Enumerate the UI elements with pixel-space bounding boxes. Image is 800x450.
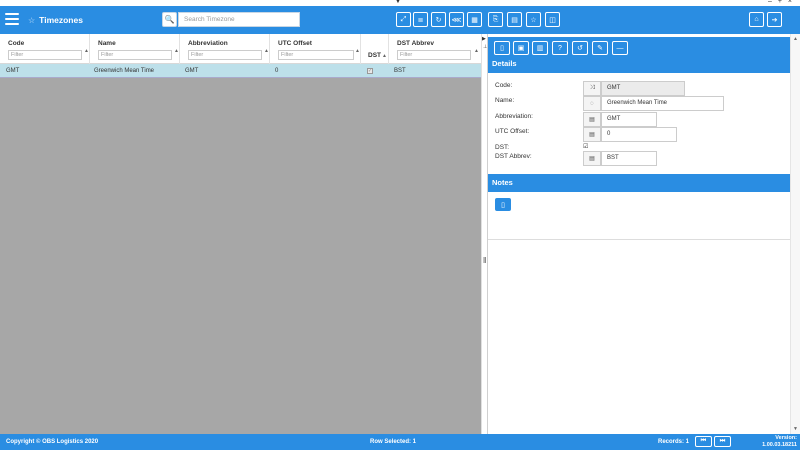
notes-area: ▯ — [488, 192, 790, 240]
export-icon[interactable]: ⎘ — [488, 12, 503, 27]
version-label: Version: — [775, 435, 797, 441]
column-name[interactable]: Name ▲ — [90, 34, 180, 64]
minimize-icon[interactable]: — — [612, 41, 628, 55]
abbreviation-field[interactable]: GMT — [601, 112, 657, 127]
columns-icon[interactable]: ◫ — [545, 12, 560, 27]
refresh-icon[interactable]: ↻ — [431, 12, 446, 27]
window-controls[interactable]: – + × — [768, 0, 794, 5]
collapse-panel-icon[interactable]: ▶ — [482, 36, 486, 42]
document-icon: ▤ — [583, 127, 601, 142]
dst-label: DST: — [495, 144, 510, 151]
cell-dst-checkbox: ✓ — [367, 68, 373, 74]
sort-icon[interactable]: ▲ — [264, 48, 269, 54]
abbreviation-filter-input[interactable] — [188, 50, 262, 60]
code-filter-input[interactable] — [8, 50, 82, 60]
document-icon: ▤ — [583, 112, 601, 127]
search-icon[interactable]: 🔍 — [162, 12, 177, 27]
document-icon: ▤ — [583, 151, 601, 166]
vertical-scrollbar[interactable]: ▲ ▼ — [790, 34, 800, 434]
cell-code: GMT — [6, 68, 20, 74]
table-row[interactable]: GMT Greenwich Mean Time GMT 0 ✓ BST — [0, 64, 481, 78]
column-name-label: Name — [98, 40, 116, 47]
sort-icon[interactable]: ▲ — [84, 48, 89, 54]
utc-offset-filter-input[interactable] — [278, 50, 354, 60]
new-record-icon[interactable]: ▯ — [494, 41, 510, 55]
menu-icon[interactable] — [5, 13, 19, 25]
name-label: Name: — [495, 97, 515, 104]
database-icon[interactable]: ≣ — [413, 12, 428, 27]
last-page-icon[interactable]: ⏭ — [714, 436, 731, 447]
code-field: GMT — [601, 81, 685, 96]
search-input[interactable] — [178, 12, 300, 27]
cell-abbreviation: GMT — [185, 68, 199, 74]
eraser-icon[interactable]: ✎ — [592, 41, 608, 55]
row-selected-text: Row Selected: 1 — [370, 439, 417, 445]
column-abbreviation-label: Abbreviation — [188, 40, 228, 47]
bookmark-star-icon[interactable]: ☆ — [526, 12, 541, 27]
column-utc-offset[interactable]: UTC Offset ▲ — [270, 34, 361, 64]
cell-utc-offset: 0 — [275, 68, 279, 74]
column-utc-offset-label: UTC Offset — [278, 40, 312, 47]
dst-abbrev-field[interactable]: BST — [601, 151, 657, 166]
dst-abbrev-label: DST Abbrev: — [495, 153, 532, 160]
sort-icon[interactable]: ▲ — [174, 48, 179, 54]
copyright-text: Copyright © OBS Logistics 2020 — [6, 439, 99, 445]
panel-splitter[interactable]: ▶ ⊥ ‖ — [481, 34, 488, 434]
expand-icon[interactable]: ⤢ — [396, 12, 411, 27]
code-label: Code: — [495, 82, 513, 89]
help-icon[interactable]: ? — [552, 41, 568, 55]
logout-icon[interactable]: ➔ — [767, 12, 782, 27]
app-footer: Copyright © OBS Logistics 2020 Row Selec… — [0, 434, 800, 450]
name-filter-input[interactable] — [98, 50, 172, 60]
collapse-header-icon[interactable]: ▼ — [395, 0, 401, 5]
cell-dst-abbrev: BST — [394, 68, 406, 74]
name-field[interactable]: Greenwich Mean Time — [601, 96, 724, 111]
detail-panel: ▯ ▣ ▥ ? ↺ ✎ — Details Code: ⤨ GMT Name: … — [488, 34, 790, 434]
dst-checkbox[interactable]: ☑ — [583, 143, 588, 150]
column-dst-abbrev-label: DST Abbrev — [397, 40, 434, 47]
splitter-grip-icon[interactable]: ‖ — [483, 256, 486, 265]
delete-icon[interactable]: ▥ — [532, 41, 548, 55]
share-icon[interactable]: ⋘ — [449, 12, 464, 27]
sort-icon[interactable]: ▲ — [355, 48, 360, 54]
save-icon[interactable]: ▣ — [513, 41, 529, 55]
dst-abbrev-filter-input[interactable] — [397, 50, 471, 60]
grid-header: Code ▲ Name ▲ Abbreviation ▲ UTC Offset … — [0, 34, 481, 64]
version-number: 1.00.03.18211 — [762, 442, 797, 448]
app-header: ☆ Timezones 🔍 ⤢ ≣ ↻ ⋘ ▦ ⎘ ▤ ☆ ◫ ⌂ ➔ — [0, 6, 800, 34]
add-note-button[interactable]: ▯ — [495, 198, 511, 211]
column-code-label: Code — [8, 40, 25, 47]
abbreviation-label: Abbreviation: — [495, 113, 533, 120]
utc-offset-field[interactable]: 0 — [601, 127, 677, 142]
scroll-down-icon[interactable]: ▼ — [793, 426, 798, 432]
details-section-header: Details — [488, 55, 790, 73]
records-count: Records: 1 — [658, 439, 690, 445]
sort-icon[interactable]: ▲ — [382, 53, 387, 59]
utc-offset-label: UTC Offset: — [495, 128, 530, 135]
notes-section-header: Notes — [488, 174, 790, 192]
pin-icon[interactable]: ⊥ — [483, 44, 487, 50]
grid-view-icon[interactable]: ▦ — [467, 12, 482, 27]
column-code[interactable]: Code ▲ — [0, 34, 90, 64]
timezones-grid: Code ▲ Name ▲ Abbreviation ▲ UTC Offset … — [0, 34, 481, 434]
first-page-icon[interactable]: ⏮ — [695, 436, 712, 447]
version-info: Version: 1.00.03.18211 — [762, 435, 797, 449]
undo-icon[interactable]: ↺ — [572, 41, 588, 55]
favourite-star-icon[interactable]: ☆ — [28, 16, 35, 25]
sort-icon[interactable]: ▲ — [474, 48, 479, 54]
shuffle-icon: ⤨ — [583, 81, 601, 96]
comment-icon: ◌ — [583, 96, 601, 111]
home-icon[interactable]: ⌂ — [749, 12, 764, 27]
column-dst-label: DST — [368, 52, 381, 59]
column-dst[interactable]: DST ▲ — [361, 34, 389, 64]
cell-name: Greenwich Mean Time — [94, 68, 155, 74]
column-dst-abbrev[interactable]: DST Abbrev ▲ — [389, 34, 481, 64]
page-title: Timezones — [39, 15, 83, 25]
scroll-up-icon[interactable]: ▲ — [793, 36, 798, 42]
page-title-group: ☆ Timezones — [28, 15, 83, 25]
document-icon[interactable]: ▤ — [507, 12, 522, 27]
column-abbreviation[interactable]: Abbreviation ▲ — [180, 34, 270, 64]
